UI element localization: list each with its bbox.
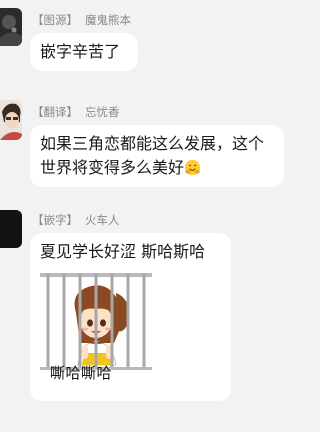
message-text: 如果三角恋都能这么发展，这个世界将变得多么美好 [40,134,265,177]
sender-avatar[interactable] [0,8,22,46]
message-bubble[interactable]: 如果三角恋都能这么发展，这个世界将变得多么美好 [30,125,284,187]
sender-avatar[interactable] [0,210,22,248]
sender-line: 【图源】 魔鬼熊本 [32,12,131,28]
sticker-caption: 嘶哈嘶哈 [50,364,113,382]
sender-tag: 【翻译】 [32,105,78,119]
sender-name[interactable]: 魔鬼熊本 [85,13,131,27]
message-text: 嵌字辛苦了 [40,42,121,61]
chat-window: 【图源】 魔鬼熊本 嵌字辛苦了 【翻译】 忘忧香 如果三角恋都能这么发展，这个世界将… [0,0,303,432]
message-bubble[interactable]: 嵌字辛苦了 [30,33,138,71]
hugging-face-emoji [184,159,201,176]
message-text: 夏见学长好涩 斯哈斯哈 [40,242,206,261]
sender-avatar[interactable] [0,100,22,140]
black-avatar-icon [0,210,22,248]
dark-avatar-icon [0,8,22,46]
sender-tag: 【嵌字】 [32,213,78,227]
message-bubble[interactable]: 夏见学长好涩 斯哈斯哈 嘶哈嘶哈 [30,233,231,401]
sender-name[interactable]: 忘忧香 [85,105,120,119]
sender-line: 【翻译】 忘忧香 [32,104,120,120]
sender-name[interactable]: 火车人 [85,213,120,227]
sender-tag: 【图源】 [32,13,78,27]
sender-line: 【嵌字】 火车人 [32,212,120,228]
person-avatar-icon [0,100,22,140]
